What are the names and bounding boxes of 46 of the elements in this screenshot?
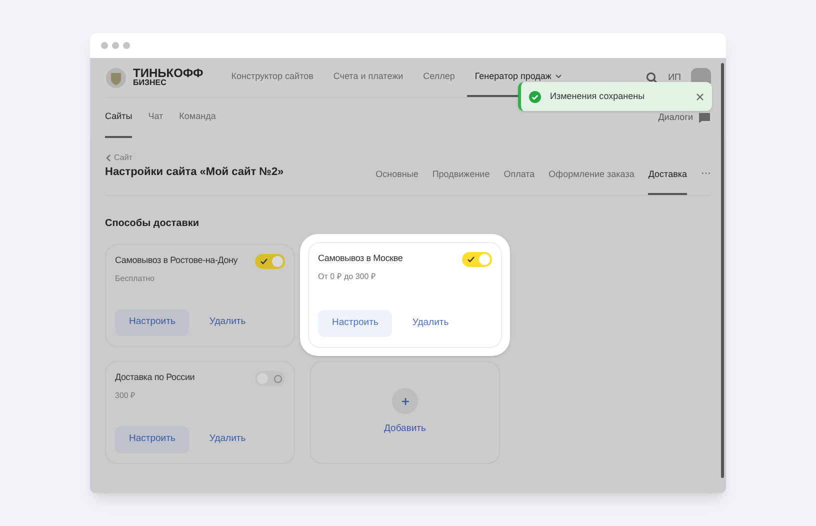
tab[interactable]: Команда <box>179 98 216 138</box>
toggle[interactable] <box>255 371 285 386</box>
nav-tab[interactable]: Селлер <box>415 58 463 97</box>
nav-tab[interactable]: Конструктор сайтов <box>223 58 322 97</box>
delete-link[interactable]: Удалить <box>209 432 246 447</box>
settings-tab[interactable]: Доставка <box>648 164 687 195</box>
checkmark-icon <box>260 258 268 265</box>
scrollbar[interactable] <box>721 63 724 478</box>
dialogs-link[interactable]: Диалоги <box>658 111 693 125</box>
coat-of-arms-icon <box>105 66 127 88</box>
search-icon[interactable] <box>646 72 658 84</box>
method-title: Самовывоз в Ростове-на-Дону <box>115 254 238 267</box>
settings-tab[interactable]: Оплата <box>504 164 535 195</box>
page-title: Настройки сайта «Мой сайт №2» <box>105 164 284 180</box>
price-text: От 0 ₽ до 300 ₽ <box>318 271 377 283</box>
check-circle-icon <box>529 90 541 102</box>
off-ring-icon <box>274 374 282 382</box>
settings-tab[interactable]: Основные <box>376 164 418 195</box>
more-button[interactable]: ··· <box>701 166 711 195</box>
configure-button[interactable]: Настроить <box>115 309 190 336</box>
configure-button[interactable]: Настроить <box>115 426 190 453</box>
close-icon[interactable] <box>696 92 704 100</box>
breadcrumb-link[interactable]: Сайт <box>114 152 132 164</box>
back-chevron-icon[interactable] <box>105 154 111 162</box>
tab[interactable]: Чат <box>148 98 164 138</box>
logo-subtext: БИЗНЕС <box>133 78 168 88</box>
method-title: Доставка по России <box>115 371 195 384</box>
toggle[interactable] <box>255 254 285 269</box>
plus-icon <box>392 388 418 414</box>
method-title: Самовывоз в Москве <box>318 252 403 265</box>
nav-tab[interactable]: Счета и платежи <box>325 58 412 97</box>
settings-tab[interactable]: Продвижение <box>432 164 490 195</box>
price-text: Бесплатно <box>115 273 156 285</box>
toggle[interactable] <box>462 252 492 267</box>
section-title: Способы доставки <box>105 217 200 231</box>
delete-link[interactable]: Удалить <box>412 316 449 331</box>
checkmark-icon <box>467 256 475 263</box>
delete-link[interactable]: Удалить <box>209 315 246 330</box>
settings-tab[interactable]: Оформление заказа <box>548 164 634 195</box>
add-card[interactable]: Добавить <box>310 361 500 464</box>
user-name[interactable]: ИП <box>668 70 681 84</box>
add-label: Добавить <box>384 422 426 436</box>
chevron-down-icon <box>555 74 562 79</box>
logo-text: ТИНЬКОФФ <box>133 68 204 78</box>
configure-button[interactable]: Настроить <box>318 310 392 337</box>
price-text: 300 ₽ <box>115 390 137 402</box>
